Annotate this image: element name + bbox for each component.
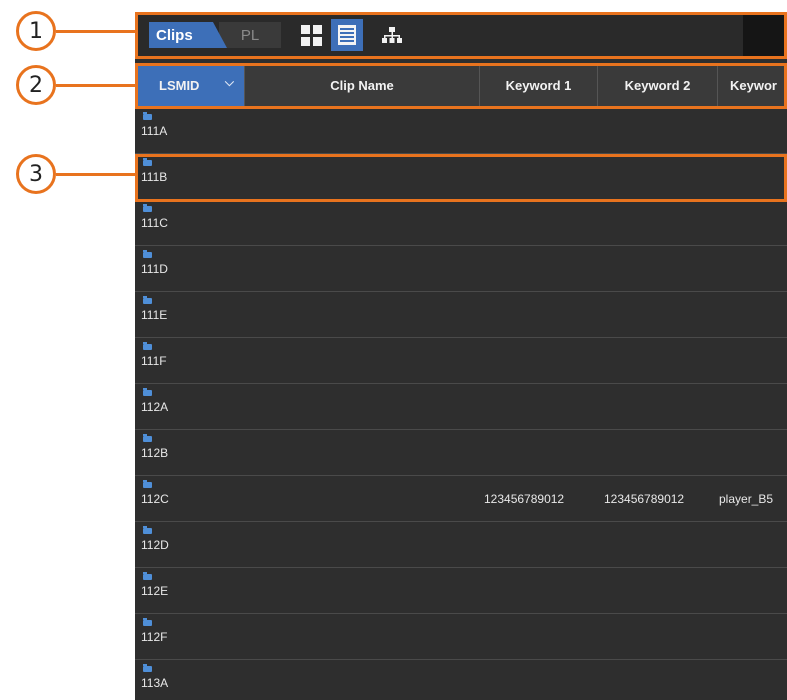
table-row[interactable]: 111D bbox=[135, 246, 787, 292]
folder-icon bbox=[143, 296, 152, 304]
table-row[interactable]: 112F bbox=[135, 614, 787, 660]
folder-icon bbox=[143, 618, 152, 626]
lsmid-cell: 111D bbox=[141, 262, 168, 276]
table-row[interactable]: 111A bbox=[135, 108, 787, 154]
table-row[interactable]: 112B bbox=[135, 430, 787, 476]
hierarchy-icon[interactable] bbox=[379, 22, 405, 48]
folder-icon bbox=[143, 664, 152, 672]
folder-icon bbox=[143, 342, 152, 350]
table-row[interactable]: 112E bbox=[135, 568, 787, 614]
lsmid-cell: 112D bbox=[141, 538, 169, 552]
callout-1: 1 bbox=[16, 11, 56, 51]
callout-3: 3 bbox=[16, 154, 56, 194]
folder-icon bbox=[143, 204, 152, 212]
table-row[interactable]: 112A bbox=[135, 384, 787, 430]
folder-icon bbox=[143, 572, 152, 580]
folder-icon bbox=[143, 250, 152, 258]
clip-browser-panel: PL Clips LSMID ⌵ Clip Name Keyword 1 Key… bbox=[135, 12, 787, 700]
table-row[interactable]: 111B bbox=[135, 154, 787, 200]
keyword-1-cell: 123456789012 bbox=[484, 492, 565, 506]
lsmid-cell: 112F bbox=[141, 630, 168, 644]
table-row[interactable]: 111F bbox=[135, 338, 787, 384]
lsmid-cell: 111F bbox=[141, 354, 167, 368]
table-row[interactable]: 111C bbox=[135, 200, 787, 246]
keyword-3-cell: player_B5 bbox=[719, 492, 774, 506]
grid-view-icon[interactable] bbox=[299, 22, 325, 48]
table-row[interactable]: 111E bbox=[135, 292, 787, 338]
lsmid-cell: 111C bbox=[141, 216, 168, 230]
lsmid-cell: 112A bbox=[141, 400, 169, 414]
table-row[interactable]: 113A bbox=[135, 660, 787, 700]
lsmid-cell: 112B bbox=[141, 446, 169, 460]
column-header-keyword-1[interactable]: Keyword 1 bbox=[480, 64, 598, 106]
folder-icon bbox=[143, 480, 152, 488]
column-header-clip-name[interactable]: Clip Name bbox=[245, 64, 480, 106]
chevron-down-icon[interactable]: ⌵ bbox=[225, 75, 234, 90]
column-header-lsmid[interactable]: LSMID ⌵ bbox=[135, 64, 245, 106]
column-header: LSMID ⌵ Clip Name Keyword 1 Keyword 2 Ke… bbox=[135, 64, 787, 106]
lsmid-cell: 111B bbox=[141, 170, 168, 184]
list-view-icon[interactable] bbox=[331, 19, 363, 51]
folder-icon bbox=[143, 112, 152, 120]
keyword-2-cell: 123456789012 bbox=[604, 492, 685, 506]
folder-icon bbox=[143, 526, 152, 534]
lsmid-cell: 113A bbox=[141, 676, 169, 690]
lsmid-cell: 111A bbox=[141, 124, 168, 138]
clip-list: 111A 111B 111C 111D 111E 111F 112A 112B 112C 1234… bbox=[135, 108, 787, 700]
toolbar-corner bbox=[743, 12, 787, 58]
table-row[interactable]: 112D bbox=[135, 522, 787, 568]
callout-3-leader bbox=[56, 173, 136, 176]
table-row[interactable]: 112C 123456789012 123456789012 player_B5 bbox=[135, 476, 787, 522]
lsmid-cell: 112C bbox=[141, 492, 169, 506]
callout-2: 2 bbox=[16, 65, 56, 105]
column-header-keyword-3[interactable]: Keywor bbox=[718, 64, 787, 106]
folder-icon bbox=[143, 388, 152, 396]
tab-clips[interactable]: Clips bbox=[149, 22, 227, 48]
lsmid-cell: 111E bbox=[141, 308, 168, 322]
toolbar: PL Clips bbox=[135, 12, 787, 58]
column-header-keyword-2[interactable]: Keyword 2 bbox=[598, 64, 718, 106]
tab-pl[interactable]: PL bbox=[219, 22, 281, 48]
callout-2-leader bbox=[56, 84, 136, 87]
folder-icon bbox=[143, 434, 152, 442]
callout-1-leader bbox=[56, 30, 136, 33]
folder-icon bbox=[143, 158, 152, 166]
lsmid-cell: 112E bbox=[141, 584, 169, 598]
